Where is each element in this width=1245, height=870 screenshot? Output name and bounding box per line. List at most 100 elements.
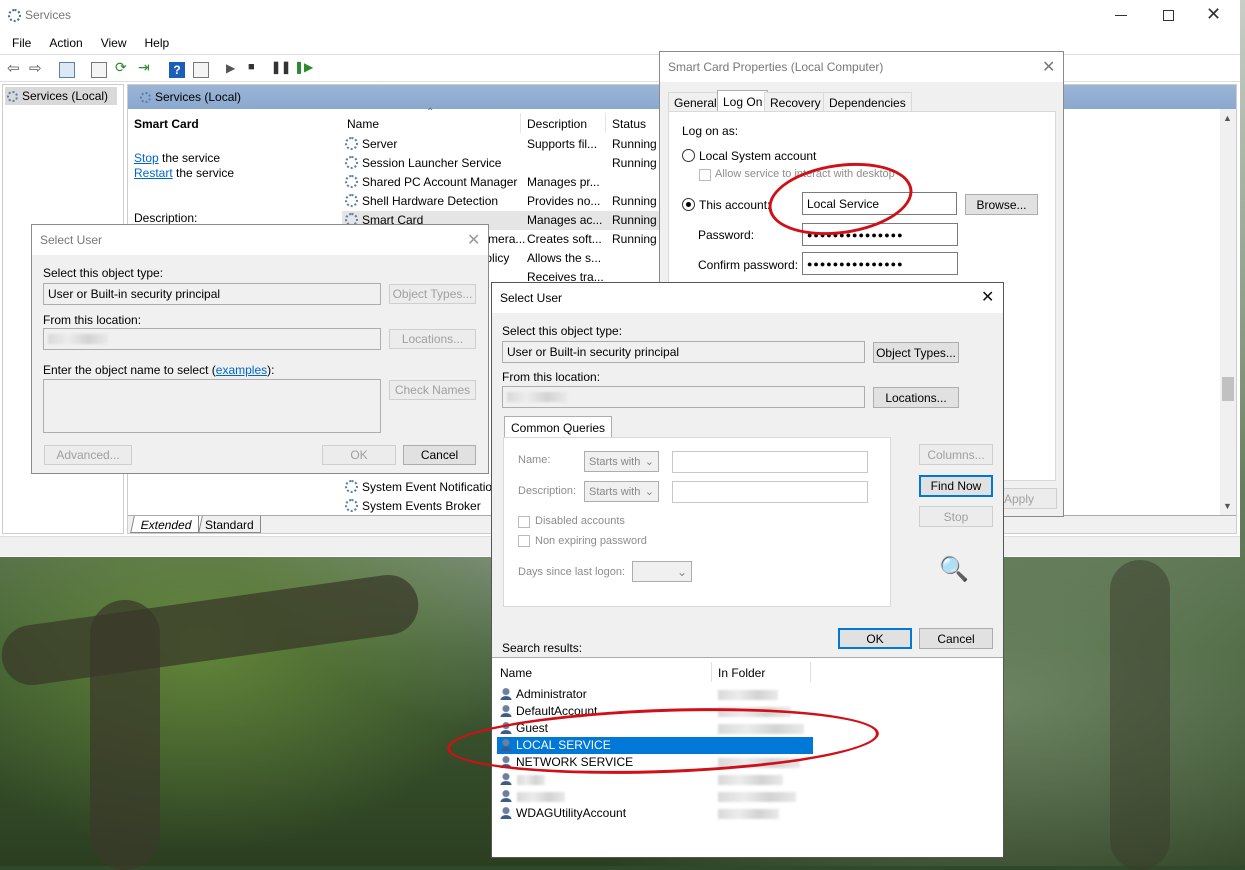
- description-query-input[interactable]: [672, 481, 868, 503]
- chevron-down-icon: ⌄: [644, 486, 654, 498]
- console-tree-icon[interactable]: [59, 62, 75, 78]
- service-status: Running: [612, 156, 657, 170]
- scroll-down-icon[interactable]: ▼: [1223, 501, 1232, 511]
- user-icon: [500, 722, 512, 734]
- tree-item-label: Services (Local): [22, 89, 109, 103]
- location-label: From this location:: [502, 370, 601, 384]
- user-icon: [500, 756, 512, 768]
- pause-service-icon[interactable]: ❚❚: [271, 60, 291, 76]
- column-description[interactable]: Description: [527, 117, 587, 131]
- days-since-select[interactable]: ⌄: [632, 561, 692, 582]
- ok-button[interactable]: OK: [838, 628, 912, 649]
- object-types-button[interactable]: Object Types...: [873, 342, 959, 363]
- redacted-folder: [718, 707, 791, 717]
- disabled-accounts-checkbox[interactable]: [518, 516, 530, 528]
- this-account-radio[interactable]: [682, 198, 695, 211]
- back-dialog-title: Select User: [40, 233, 103, 247]
- cancel-button[interactable]: Cancel: [919, 628, 993, 649]
- service-icon: [345, 480, 358, 493]
- description-starts-with-select[interactable]: Starts with ⌄: [584, 481, 659, 502]
- back-dialog-titlebar: Select User: [32, 225, 488, 255]
- find-now-button[interactable]: Find Now: [919, 475, 993, 497]
- name-starts-with-select[interactable]: Starts with ⌄: [584, 451, 659, 472]
- location-field: [502, 386, 865, 408]
- start-service-icon[interactable]: ▶: [226, 61, 242, 77]
- table-row[interactable]: System Events Broker: [345, 499, 481, 513]
- confirm-password-field[interactable]: ●●●●●●●●●●●●●●●: [802, 252, 958, 275]
- non-expiring-label: Non expiring password: [535, 535, 647, 547]
- name-query-input[interactable]: [672, 451, 868, 473]
- close-button[interactable]: ✕: [1206, 4, 1221, 25]
- back-advanced-button[interactable]: Advanced...: [44, 445, 132, 465]
- locations-button[interactable]: Locations...: [873, 387, 959, 408]
- back-dialog-close-button[interactable]: ✕: [467, 230, 480, 250]
- forward-arrow-icon[interactable]: ⇨: [29, 59, 45, 77]
- service-description: Manages pr...: [527, 175, 600, 189]
- service-status: Running: [612, 213, 657, 227]
- results-column-name[interactable]: Name: [500, 666, 532, 680]
- back-ok-button[interactable]: OK: [322, 445, 396, 465]
- service-name: Session Launcher Service: [362, 156, 502, 170]
- columns-button[interactable]: Columns...: [919, 444, 993, 465]
- back-object-types-button[interactable]: Object Types...: [389, 284, 476, 304]
- results-column-folder[interactable]: In Folder: [718, 666, 765, 680]
- this-account-label: This account:: [699, 198, 771, 212]
- properties-close-button[interactable]: ✕: [1042, 57, 1055, 77]
- properties-titlebar: Smart Card Properties (Local Computer): [660, 52, 1063, 82]
- service-name: Server: [362, 137, 398, 151]
- redacted-folder: [718, 792, 796, 802]
- back-check-names-button[interactable]: Check Names: [389, 380, 476, 400]
- service-status: Running: [612, 194, 657, 208]
- non-expiring-checkbox[interactable]: [518, 535, 530, 547]
- back-cancel-button[interactable]: Cancel: [403, 445, 476, 465]
- redacted-name: [517, 792, 565, 802]
- back-arrow-icon[interactable]: ⇦: [7, 59, 23, 77]
- password-field[interactable]: ●●●●●●●●●●●●●●●: [802, 223, 958, 246]
- services-scrollbar[interactable]: ▲ ▼: [1220, 109, 1236, 515]
- stop-service-icon[interactable]: ■: [248, 61, 264, 77]
- menu-file[interactable]: File: [0, 32, 43, 54]
- examples-link[interactable]: examples: [216, 363, 267, 377]
- restart-service-icon[interactable]: ❚▶: [294, 60, 313, 76]
- common-queries-panel: Name: Starts with ⌄ Description: Starts w…: [503, 437, 891, 607]
- back-locations-button[interactable]: Locations...: [389, 329, 476, 349]
- scroll-thumb[interactable]: [1222, 377, 1234, 401]
- allow-desktop-checkbox[interactable]: [699, 169, 711, 181]
- tab-standard[interactable]: Standard: [198, 516, 261, 533]
- window-title: Services: [25, 8, 72, 22]
- column-status[interactable]: Status: [612, 117, 646, 131]
- column-name[interactable]: Name: [347, 117, 379, 131]
- menu-help[interactable]: Help: [139, 32, 182, 54]
- tab-log-on[interactable]: Log On: [717, 90, 769, 112]
- front-dialog-close-button[interactable]: ✕: [981, 287, 994, 307]
- browse-button[interactable]: Browse...: [965, 194, 1038, 215]
- tree-item-services-local[interactable]: Services (Local): [5, 87, 117, 105]
- minimize-button[interactable]: [1115, 15, 1127, 16]
- table-row[interactable]: System Event Notificatio: [345, 480, 492, 494]
- help-icon[interactable]: ?: [169, 62, 185, 78]
- local-system-radio[interactable]: [682, 149, 695, 162]
- scroll-up-icon[interactable]: ▲: [1223, 113, 1232, 123]
- tab-dependencies[interactable]: Dependencies: [823, 92, 912, 112]
- menu-action[interactable]: Action: [43, 32, 94, 54]
- account-field[interactable]: Local Service: [802, 192, 957, 215]
- stop-button[interactable]: Stop: [919, 506, 993, 527]
- tab-recovery[interactable]: Recovery: [764, 92, 827, 112]
- service-icon: [345, 499, 358, 512]
- refresh-icon[interactable]: ⟳: [115, 59, 131, 75]
- menu-view[interactable]: View: [95, 32, 139, 54]
- tab-general[interactable]: General: [668, 92, 723, 112]
- tab-extended[interactable]: Extended: [130, 516, 203, 533]
- user-name: NETWORK SERVICE: [516, 755, 634, 769]
- export-icon[interactable]: ⇥: [138, 59, 154, 75]
- properties-icon[interactable]: [193, 62, 209, 78]
- user-icon: [500, 705, 512, 717]
- object-type-field: User or Built-in security principal: [502, 341, 865, 363]
- search-results-label: Search results:: [502, 641, 583, 655]
- common-queries-tab[interactable]: Common Queries: [504, 416, 613, 438]
- list-item[interactable]: LOCAL SERVICE: [497, 737, 813, 754]
- export-list-icon[interactable]: [91, 62, 107, 78]
- back-object-name-field: [43, 379, 381, 433]
- user-icon: [500, 773, 512, 785]
- maximize-button[interactable]: [1163, 10, 1174, 21]
